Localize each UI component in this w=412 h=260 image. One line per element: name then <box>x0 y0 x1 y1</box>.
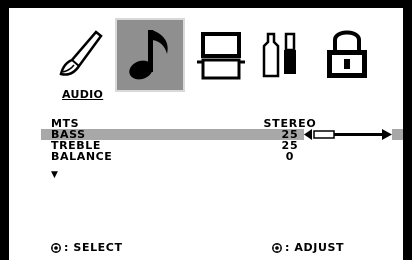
slider-thumb[interactable] <box>313 130 335 139</box>
music-note-icon <box>129 30 168 80</box>
tab-lock[interactable] <box>317 22 377 88</box>
more-items-arrow-icon[interactable]: ▼ <box>51 170 58 180</box>
tab-audio[interactable] <box>115 18 185 92</box>
tab-picture[interactable] <box>49 22 109 88</box>
setting-row-balance[interactable]: BALANCE 0 <box>41 151 403 162</box>
tab-features[interactable] <box>254 22 314 88</box>
select-button-icon <box>51 243 61 253</box>
osd-menu-screen: AUDIO MTS STEREO BASS 25 TREBLE 25 BALAN… <box>9 8 403 260</box>
tab-setup[interactable] <box>191 22 251 88</box>
setting-row-mts[interactable]: MTS STEREO <box>41 118 403 129</box>
select-hint-label: : SELECT <box>64 241 123 254</box>
adjust-hint-label: : ADJUST <box>285 241 345 254</box>
footer-adjust-hint: : ADJUST <box>272 241 344 254</box>
adjust-button-icon <box>272 243 282 253</box>
setting-value: 0 <box>285 150 295 163</box>
paintbrush-icon <box>59 30 103 76</box>
tools-icon <box>262 32 296 78</box>
setting-label: BALANCE <box>51 150 113 163</box>
padlock-icon <box>327 30 367 78</box>
section-title: AUDIO <box>62 88 104 101</box>
tv-icon <box>197 32 245 80</box>
footer-select-hint: : SELECT <box>51 241 123 254</box>
bass-slider[interactable] <box>304 129 392 140</box>
